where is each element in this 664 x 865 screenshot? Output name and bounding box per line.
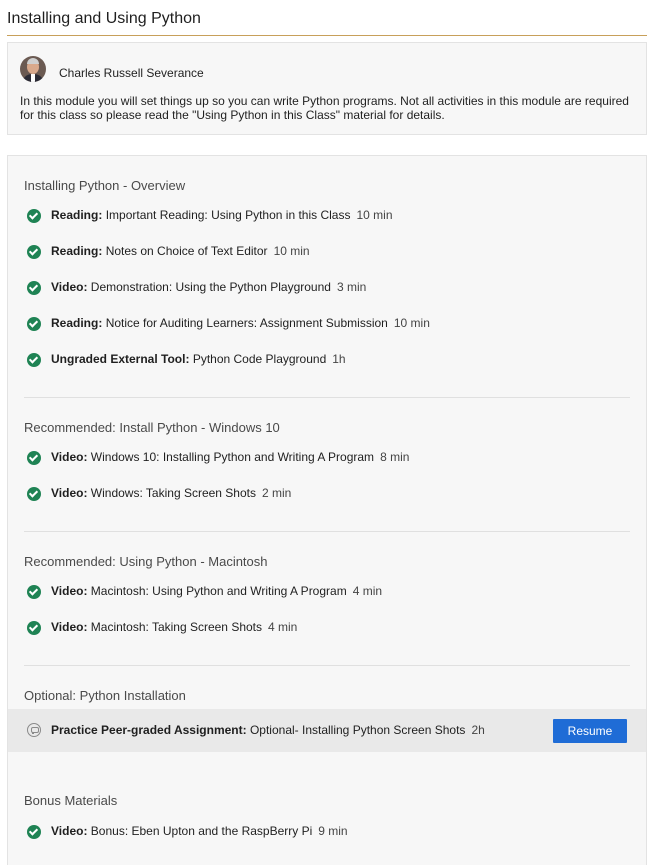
item-kind: Ungraded External Tool: <box>51 352 190 366</box>
section-divider <box>24 665 630 666</box>
list-item-active[interactable]: Practice Peer-graded Assignment: Optiona… <box>8 709 646 752</box>
item-duration: 2 min <box>262 486 292 500</box>
item-kind: Video: <box>51 486 88 500</box>
item-duration: 10 min <box>356 208 393 222</box>
section-title: Bonus Materials <box>24 793 118 808</box>
page-title: Installing and Using Python <box>7 10 201 27</box>
item-title[interactable]: Notice for Auditing Learners: Assignment… <box>106 316 388 330</box>
item-title[interactable]: Notes on Choice of Text Editor <box>106 244 268 258</box>
item-kind: Reading: <box>51 316 103 330</box>
item-title[interactable]: Optional- Installing Python Screen Shots <box>250 723 465 737</box>
list-item[interactable]: Video: Bonus: Eben Upton and the RaspBer… <box>8 822 646 842</box>
section-title: Recommended: Using Python - Macintosh <box>24 554 268 569</box>
item-title[interactable]: Demonstration: Using the Python Playgrou… <box>91 280 331 294</box>
section-title: Installing Python - Overview <box>24 178 186 193</box>
module-content-card: Installing Python - Overview Reading: Im… <box>7 155 647 865</box>
item-duration: 2h <box>471 723 485 737</box>
check-circle-icon <box>27 451 41 465</box>
item-duration: 3 min <box>336 280 367 294</box>
check-circle-icon <box>27 353 41 367</box>
item-kind: Reading: <box>51 244 103 258</box>
list-item[interactable]: Video: Windows 10: Installing Python and… <box>8 448 646 468</box>
item-title[interactable]: Macintosh: Using Python and Writing A Pr… <box>91 584 347 598</box>
item-kind: Video: <box>51 824 88 838</box>
list-item[interactable]: Reading: Important Reading: Using Python… <box>8 206 646 226</box>
item-title[interactable]: Python Code Playground <box>193 352 326 366</box>
check-circle-icon <box>27 825 41 839</box>
check-circle-icon <box>27 621 41 635</box>
check-circle-icon <box>27 585 41 599</box>
section-title: Optional: Python Installation <box>24 688 186 703</box>
item-kind: Video: <box>51 620 88 634</box>
resume-button[interactable]: Resume <box>553 719 627 743</box>
check-circle-icon <box>27 281 41 295</box>
item-kind: Video: <box>51 450 88 464</box>
check-circle-icon <box>27 245 41 259</box>
item-kind: Reading: <box>51 208 103 222</box>
item-title[interactable]: Windows: Taking Screen Shots <box>91 486 256 500</box>
instructor-name[interactable]: Charles Russell Severance <box>59 66 204 80</box>
check-circle-icon <box>27 487 41 501</box>
item-duration: 8 min <box>380 450 410 464</box>
item-duration: 10 min <box>273 244 310 258</box>
item-duration: 4 min <box>352 584 383 598</box>
list-item[interactable]: Ungraded External Tool: Python Code Play… <box>8 350 646 370</box>
item-duration: 9 min <box>318 824 348 838</box>
item-duration: 4 min <box>268 620 298 634</box>
item-kind: Video: <box>51 280 88 294</box>
item-title[interactable]: Important Reading: Using Python in this … <box>106 208 351 222</box>
check-circle-icon <box>27 209 41 223</box>
check-circle-icon <box>27 317 41 331</box>
list-item[interactable]: Video: Macintosh: Taking Screen Shots 4 m… <box>8 618 646 638</box>
section-divider <box>24 531 630 532</box>
module-description: In this module you will set things up so… <box>20 94 629 122</box>
list-item[interactable]: Video: Macintosh: Using Python and Writi… <box>8 582 646 602</box>
peer-review-icon <box>27 723 41 737</box>
item-title[interactable]: Windows 10: Installing Python and Writin… <box>91 450 374 464</box>
list-item[interactable]: Reading: Notice for Auditing Learners: A… <box>8 314 646 334</box>
section-divider <box>24 397 630 398</box>
list-item[interactable]: Video: Windows: Taking Screen Shots 2 min <box>8 484 646 504</box>
item-title[interactable]: Bonus: Eben Upton and the RaspBerry Pi <box>91 824 312 838</box>
module-intro-card: Charles Russell Severance In this module… <box>7 42 647 135</box>
item-title[interactable]: Macintosh: Taking Screen Shots <box>91 620 262 634</box>
item-kind: Video: <box>51 584 88 598</box>
item-duration: 10 min <box>393 316 430 330</box>
list-item[interactable]: Video: Demonstration: Using the Python P… <box>8 278 646 298</box>
page-header: Installing and Using Python <box>7 0 647 36</box>
section-title: Recommended: Install Python - Windows 10 <box>24 420 280 435</box>
item-duration: 1h <box>332 352 346 366</box>
instructor-avatar <box>20 56 46 82</box>
item-kind: Practice Peer-graded Assignment: <box>51 723 247 737</box>
list-item[interactable]: Reading: Notes on Choice of Text Editor 1… <box>8 242 646 262</box>
